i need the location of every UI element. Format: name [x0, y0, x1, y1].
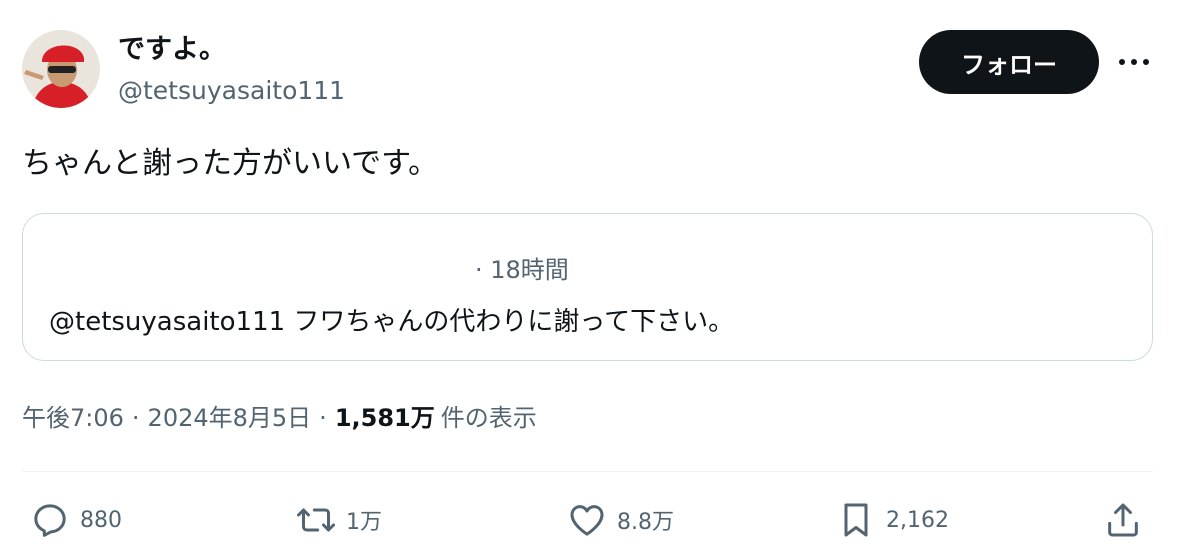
quote-timestamp[interactable]: · 18時間	[475, 250, 569, 285]
quote-text: @tetsuyasaito111 フワちゃんの代わりに謝って下さい。	[49, 307, 735, 337]
divider	[22, 471, 1153, 472]
more-options-button[interactable]	[1112, 47, 1156, 77]
tweet-date[interactable]: 2024年8月5日	[148, 398, 312, 433]
avatar[interactable]	[22, 30, 100, 108]
tweet-meta: 午後7:06 · 2024年8月5日 · 1,581万 件の表示	[22, 398, 537, 433]
reply-icon	[34, 504, 66, 537]
retweet-button[interactable]: 1万	[296, 497, 382, 543]
bookmark-button[interactable]: 2,162	[836, 497, 949, 543]
heart-icon	[570, 505, 604, 536]
tweet-text: ちゃんと謝った方がいいです。	[22, 146, 439, 181]
views-count: 1,581万	[334, 404, 435, 432]
tweet-time[interactable]: 午後7:06	[22, 398, 124, 433]
bookmark-count: 2,162	[886, 507, 949, 533]
like-count: 8.8万	[617, 510, 674, 535]
share-button[interactable]	[1103, 497, 1143, 543]
quoted-tweet[interactable]: · 18時間 @tetsuyasaito111 フワちゃんの代わりに謝って下さい…	[22, 213, 1153, 361]
like-button[interactable]: 8.8万	[567, 497, 674, 543]
bookmark-icon	[844, 503, 868, 537]
avatar-image	[22, 30, 100, 108]
meta-separator: ·	[131, 404, 140, 432]
retweet-count: 1万	[346, 510, 382, 535]
views-label: 件の表示	[440, 404, 537, 432]
follow-button[interactable]: フォロー	[919, 30, 1099, 94]
reply-button[interactable]: 880	[30, 497, 122, 543]
retweet-icon	[297, 508, 335, 532]
reply-count: 880	[80, 507, 122, 533]
meta-separator: ·	[319, 404, 327, 432]
share-icon	[1108, 503, 1138, 537]
user-handle[interactable]: @tetsuyasaito111	[118, 75, 345, 107]
display-name[interactable]: ですよ。	[118, 33, 226, 67]
more-horizontal-icon	[1119, 59, 1149, 65]
